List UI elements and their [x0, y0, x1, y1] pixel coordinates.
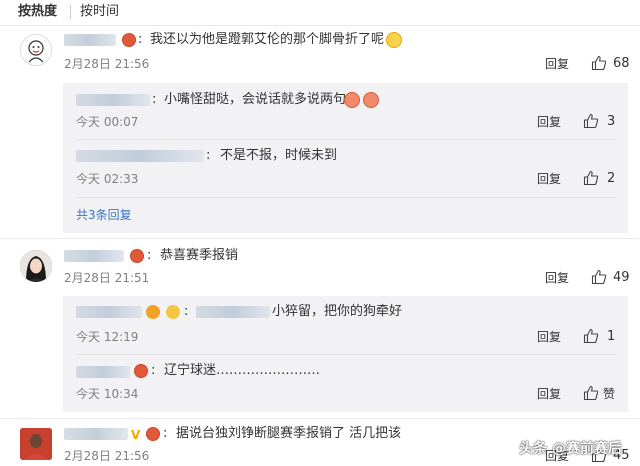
player-avatar-icon: [20, 428, 52, 460]
avatar[interactable]: [20, 250, 52, 282]
divider: [76, 139, 616, 140]
username-blurred[interactable]: [64, 428, 128, 440]
watermark: 头条 @赛前赛后: [519, 441, 622, 457]
username-blurred[interactable]: [76, 366, 130, 378]
like-count: 68: [613, 56, 630, 71]
colon-separator: :: [206, 148, 211, 163]
like-count: 1: [607, 329, 616, 344]
subreply-time: 今天 02:33: [76, 172, 139, 186]
mention-blurred[interactable]: [196, 306, 270, 318]
avatar[interactable]: [20, 428, 52, 460]
colon-separator: :: [184, 304, 189, 319]
portrait-avatar-icon: [20, 250, 52, 282]
comment-text: 我还以为他是蹬郭艾伦的那个脚骨折了呢: [150, 32, 385, 47]
member-badge-icon: [134, 364, 148, 378]
subreply-time: 今天 10:34: [76, 387, 139, 401]
sort-divider: [70, 5, 71, 19]
reply-button[interactable]: 回复: [537, 386, 561, 402]
colon-separator: :: [151, 363, 156, 378]
reply-button[interactable]: 回复: [537, 171, 561, 187]
thumbs-up-icon[interactable]: [583, 328, 599, 344]
thumbs-up-icon[interactable]: [591, 55, 607, 71]
member-badge-icon: [122, 33, 136, 47]
cartoon-avatar-icon: [28, 40, 44, 63]
colon-separator: :: [152, 92, 157, 107]
thumbs-up-icon[interactable]: [583, 113, 599, 129]
comment-divider: [0, 238, 640, 239]
subreply-text: 辽宁球迷……………………: [164, 363, 321, 378]
pig-emoji-icon: [344, 92, 360, 108]
sort-bar: 按热度 按时间: [0, 0, 640, 26]
colon-separator: :: [147, 248, 152, 263]
divider: [76, 354, 616, 355]
verified-v-icon: V: [131, 428, 141, 442]
member-badge-icon: [146, 427, 160, 441]
reply-button[interactable]: 回复: [545, 270, 569, 286]
sort-by-time-tab[interactable]: 按时间: [80, 4, 119, 20]
username-blurred[interactable]: [64, 34, 116, 46]
pig-emoji-icon: [363, 92, 379, 108]
colon-separator: :: [163, 426, 168, 441]
comment-text: 据说台独刘铮断腿赛季报销了 活几把该: [176, 426, 402, 441]
username-blurred[interactable]: [64, 250, 124, 262]
comment-divider: [0, 418, 640, 419]
thumbs-up-icon[interactable]: [591, 269, 607, 285]
subreply-time: 今天 12:19: [76, 330, 139, 344]
reply-button[interactable]: 回复: [537, 329, 561, 345]
reply-button[interactable]: 回复: [545, 56, 569, 72]
username-blurred[interactable]: [76, 306, 142, 318]
like-count: 49: [613, 270, 630, 285]
subreply-text: 不是不报，时候未到: [220, 148, 338, 163]
colon-separator: :: [138, 32, 143, 47]
divider: [76, 197, 616, 198]
like-label: 赞: [603, 387, 616, 401]
subreply-text: 小嘴怪甜哒，会说话就多说两句: [164, 92, 347, 107]
member-badge-icon: [130, 249, 144, 263]
thumbs-up-icon[interactable]: [583, 385, 599, 401]
reply-button[interactable]: 回复: [537, 114, 561, 130]
comment-time: 2月28日 21:51: [64, 271, 150, 285]
username-blurred[interactable]: [76, 94, 150, 106]
like-count: 3: [607, 114, 616, 129]
cat-emoji-icon: [386, 32, 402, 48]
avatar[interactable]: [20, 34, 52, 66]
subreply-text: 小猝留，把你的狗牵好: [272, 304, 403, 319]
comment-time: 2月28日 21:56: [64, 449, 150, 463]
like-count: 2: [607, 171, 616, 186]
subreply-time: 今天 00:07: [76, 115, 139, 129]
comment-text: 恭喜赛季报销: [160, 248, 239, 263]
sort-by-hot-tab[interactable]: 按热度: [18, 4, 57, 20]
username-blurred[interactable]: [76, 150, 204, 162]
fan-badge-icon: [146, 305, 160, 319]
level-badge-icon: [166, 305, 180, 319]
view-all-replies-link[interactable]: 共3条回复: [76, 207, 132, 223]
thumbs-up-icon[interactable]: [583, 170, 599, 186]
comment-time: 2月28日 21:56: [64, 57, 150, 71]
